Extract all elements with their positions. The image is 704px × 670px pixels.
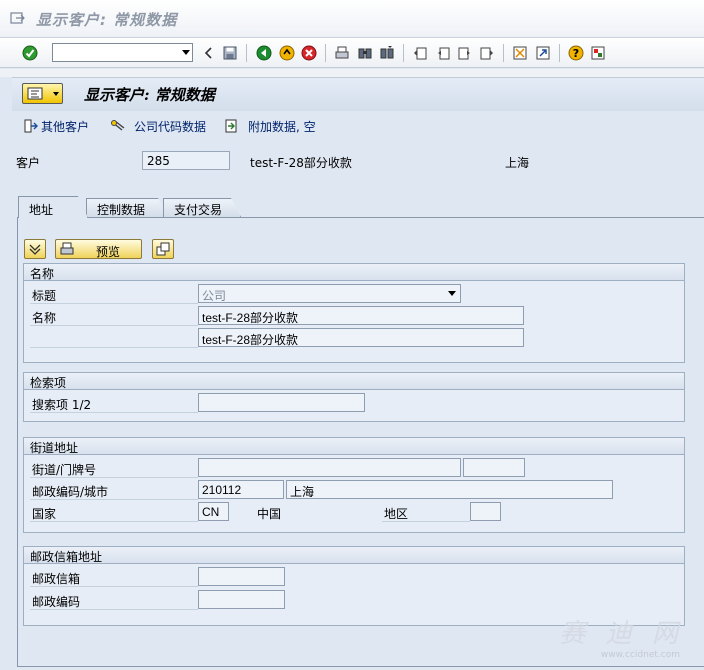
preview-label: 预览 bbox=[96, 245, 121, 259]
group-street-address-title: 街道地址 bbox=[24, 438, 684, 455]
group-search-terms-title: 检索项 bbox=[24, 373, 684, 390]
company-code-data-label: 公司代码数据 bbox=[134, 119, 207, 134]
international-versions-button[interactable] bbox=[152, 239, 174, 259]
search-term-label: 搜索项 1/2 bbox=[32, 398, 92, 412]
other-object-icon bbox=[24, 119, 38, 133]
group-po-box-address-title: 邮政信箱地址 bbox=[24, 547, 684, 564]
back-icon[interactable] bbox=[201, 45, 217, 61]
title-label: 标题 bbox=[32, 289, 57, 303]
name-label: 名称 bbox=[32, 311, 57, 325]
exit-icon[interactable] bbox=[279, 45, 295, 61]
system-toolbar: ? bbox=[0, 38, 704, 68]
window-menu-icon[interactable] bbox=[10, 12, 26, 26]
command-field[interactable] bbox=[52, 43, 193, 62]
po-box-input[interactable] bbox=[198, 567, 285, 586]
print-preview-icon bbox=[60, 242, 74, 255]
main-content: 客户 285 test-F-28部分收款 上海 地址 控制数据 支付交易 预览 bbox=[12, 141, 704, 670]
street-label: 街道/门牌号 bbox=[32, 463, 97, 477]
new-session-icon[interactable] bbox=[512, 45, 528, 61]
name1-input[interactable]: test-F-28部分收款 bbox=[198, 306, 524, 325]
house-number-input[interactable] bbox=[463, 458, 525, 477]
country-code-input[interactable]: CN bbox=[198, 502, 229, 521]
expand-icon bbox=[29, 244, 41, 255]
title-select[interactable]: 公司 bbox=[198, 284, 461, 303]
chevron-down-icon[interactable] bbox=[448, 291, 456, 296]
region-input[interactable] bbox=[470, 502, 501, 521]
watermark-url: www.ccidnet.com bbox=[600, 650, 680, 660]
tab-address[interactable]: 地址 bbox=[18, 196, 88, 218]
customer-label: 客户 bbox=[16, 156, 41, 170]
tab-control-data[interactable]: 控制数据 bbox=[86, 198, 168, 217]
next-page-icon[interactable] bbox=[457, 45, 473, 61]
title-select-value: 公司 bbox=[202, 289, 227, 303]
menu-button[interactable] bbox=[22, 83, 63, 104]
po-box-label: 邮政信箱 bbox=[32, 572, 81, 586]
chevron-down-icon[interactable] bbox=[182, 50, 190, 55]
find-next-icon[interactable] bbox=[379, 45, 395, 61]
other-customer-button[interactable]: 其他客户 bbox=[24, 117, 89, 135]
postal-city-label: 邮政编码/城市 bbox=[32, 485, 109, 499]
group-name-title: 名称 bbox=[24, 264, 684, 281]
prev-page-icon[interactable] bbox=[435, 45, 451, 61]
additional-data-button[interactable]: 附加数据, 空 bbox=[224, 117, 316, 135]
window-title: 显示客户: 常规数据 bbox=[36, 11, 178, 29]
expand-button[interactable] bbox=[24, 239, 46, 259]
tab-panel-address: 预览 名称 标题 公司 名称 test-F-28部分收款 test-F-28部分… bbox=[17, 217, 704, 667]
customer-name: test-F-28部分收款 bbox=[250, 156, 352, 170]
additional-data-icon bbox=[225, 119, 237, 133]
preview-button[interactable]: 预览 bbox=[55, 239, 142, 259]
region-label: 地区 bbox=[384, 507, 409, 521]
customer-city: 上海 bbox=[505, 156, 530, 170]
po-box-postal-code-input[interactable] bbox=[198, 590, 285, 609]
svg-text:?: ? bbox=[573, 47, 579, 60]
group-name: 名称 标题 公司 名称 test-F-28部分收款 test-F-28部分收款 bbox=[23, 263, 685, 363]
group-search-terms: 检索项 搜索项 1/2 bbox=[23, 372, 685, 422]
glasses-icon bbox=[111, 120, 125, 131]
street-input[interactable] bbox=[198, 458, 461, 477]
save-icon[interactable] bbox=[222, 45, 238, 61]
country-name: 中国 bbox=[257, 507, 282, 521]
enter-icon[interactable] bbox=[22, 45, 38, 61]
city-input[interactable]: 上海 bbox=[286, 480, 613, 499]
screen-header: 显示客户: 常规数据 bbox=[12, 77, 704, 111]
shortcut-icon[interactable] bbox=[535, 45, 551, 61]
tab-payment-transactions[interactable]: 支付交易 bbox=[163, 198, 241, 217]
customer-number-field[interactable]: 285 bbox=[142, 151, 230, 170]
versions-icon bbox=[156, 242, 170, 256]
print-icon[interactable] bbox=[334, 45, 350, 61]
group-street-address: 街道地址 街道/门牌号 邮政编码/城市 210112 上海 国家 CN 中国 地… bbox=[23, 437, 685, 533]
watermark: 赛 迪 网 bbox=[559, 619, 684, 649]
company-code-data-button[interactable]: 公司代码数据 bbox=[110, 117, 206, 135]
window-titlebar: 显示客户: 常规数据 bbox=[0, 0, 704, 38]
help-icon[interactable]: ? bbox=[568, 45, 584, 61]
screen-title: 显示客户: 常规数据 bbox=[84, 86, 215, 104]
menu-icon bbox=[27, 87, 43, 100]
search-term-input[interactable] bbox=[198, 393, 365, 412]
country-label: 国家 bbox=[32, 507, 57, 521]
chevron-down-icon bbox=[53, 92, 59, 96]
po-box-postal-code-label: 邮政编码 bbox=[32, 595, 81, 609]
find-icon[interactable] bbox=[357, 45, 373, 61]
layout-menu-icon[interactable] bbox=[590, 45, 606, 61]
command-input[interactable] bbox=[53, 44, 175, 61]
last-page-icon[interactable] bbox=[479, 45, 495, 61]
postal-code-input[interactable]: 210112 bbox=[198, 480, 284, 499]
first-page-icon[interactable] bbox=[412, 45, 428, 61]
cancel-icon[interactable] bbox=[301, 45, 317, 61]
toolbar-gap bbox=[0, 69, 704, 77]
name2-input[interactable]: test-F-28部分收款 bbox=[198, 328, 524, 347]
back-green-icon[interactable] bbox=[256, 45, 272, 61]
other-customer-label: 其他客户 bbox=[41, 119, 90, 134]
additional-data-label: 附加数据, 空 bbox=[248, 119, 316, 134]
application-toolbar: 其他客户 公司代码数据 附加数据, 空 bbox=[12, 111, 704, 141]
